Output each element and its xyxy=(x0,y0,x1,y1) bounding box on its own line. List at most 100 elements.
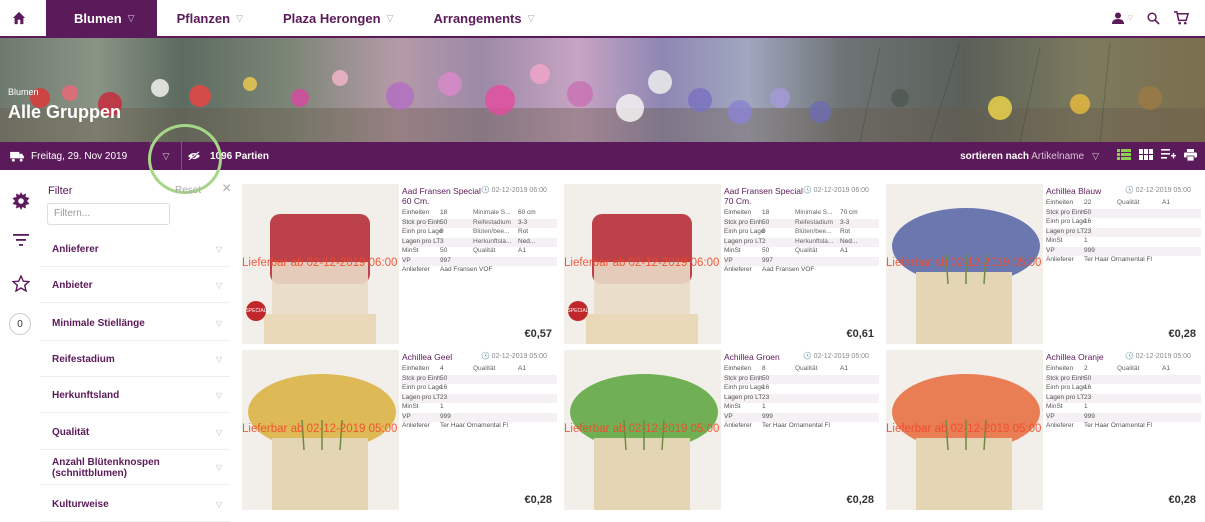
attribute-key xyxy=(795,413,840,423)
attribute-key: Stck pro Einh xyxy=(724,218,763,226)
attribute-row: Stck pro Einh 50 Reifestadium 3-3 xyxy=(724,218,879,228)
search-icon[interactable] xyxy=(1147,11,1160,25)
filter-item-qualitaet[interactable]: Qualität ▽ xyxy=(40,416,230,450)
product-card[interactable]: Lieferbar ab 02-12-2019 05:00 ‹ Achillea O… xyxy=(886,350,1204,510)
attribute-value: 50 xyxy=(440,247,448,254)
filter-item-anlieferer[interactable]: Anlieferer ▽ xyxy=(40,233,230,267)
product-name[interactable]: Achillea Geel xyxy=(402,352,482,362)
attribute-value: 3-3 xyxy=(840,218,850,226)
product-name[interactable]: Achillea Groen xyxy=(724,352,804,362)
attribute-value: 22 xyxy=(1084,199,1092,206)
attribute-key: Herkunftsla... xyxy=(473,237,512,245)
attribute-value: 997 xyxy=(440,256,451,264)
add-list-icon[interactable] xyxy=(1161,149,1176,163)
filter-label: Minimale Stiellänge xyxy=(52,318,145,329)
attribute-value xyxy=(1162,403,1197,413)
attribute-value: 50 xyxy=(1084,208,1092,216)
auction-date-text: 02-12-2019 05:00 xyxy=(491,353,547,360)
product-card[interactable]: Lieferbar ab 02-12-2019 05:00 ‹ Achillea B… xyxy=(886,184,1204,344)
breadcrumb[interactable]: Blumen xyxy=(8,87,39,97)
product-image[interactable]: Lieferbar ab 02-12-2019 05:00 xyxy=(886,350,1043,510)
close-icon[interactable]: × xyxy=(222,180,231,198)
attribute-key: Lagen pro LT xyxy=(724,237,763,245)
attribute-key xyxy=(1117,237,1162,247)
attribute-key: Stck pro Einh xyxy=(402,218,441,226)
filter-label: Anbieter xyxy=(52,280,93,291)
user-icon[interactable]: ▽ xyxy=(1111,12,1133,25)
attribute-key xyxy=(795,403,840,413)
grid-view-icon[interactable] xyxy=(1139,149,1153,163)
chevron-down-icon: ▽ xyxy=(215,500,222,509)
attribute-row: Einheiten 8 Qualität A1 xyxy=(724,365,879,375)
chevron-left-icon[interactable]: ‹ xyxy=(715,423,718,433)
print-icon[interactable] xyxy=(1184,148,1197,164)
attribute-key: Einheiten xyxy=(724,209,752,216)
attribute-key: Einheiten xyxy=(1046,365,1074,372)
chevron-left-icon[interactable]: ‹ xyxy=(715,257,718,267)
filter-sort-icon[interactable] xyxy=(11,230,31,250)
product-card[interactable]: Lieferbar ab 02-12-2019 05:00 ‹ Achillea G… xyxy=(564,350,882,510)
attribute-row: Stck pro Einh 50 xyxy=(402,374,557,384)
nav-pflanzen[interactable]: Pflanzen ▽ xyxy=(157,0,263,36)
attribute-key: Einh pro Lage xyxy=(402,384,443,391)
chevron-left-icon[interactable]: ‹ xyxy=(393,257,396,267)
home-icon[interactable] xyxy=(0,0,38,36)
product-image[interactable]: Lieferbar ab 02-12-2019 06:00 SPECIAL xyxy=(242,184,399,344)
attribute-row: MinSt 1 xyxy=(1046,403,1201,413)
date-dropdown-chevron-icon[interactable]: ▽ xyxy=(151,151,181,162)
attribute-key xyxy=(1117,247,1162,257)
filter-search-input[interactable]: Filtern... xyxy=(47,203,170,225)
attribute-row: VP 999 xyxy=(724,412,879,423)
auction-date-text: 02-12-2019 06:00 xyxy=(491,187,547,194)
attribute-row: Einh pro Lage 9 Blüten/bee... Rot xyxy=(724,228,879,238)
filter-item-minimale-stiellaenge[interactable]: Minimale Stiellänge ▽ xyxy=(40,307,230,341)
nav-plaza-herongen[interactable]: Plaza Herongen ▽ xyxy=(263,0,413,36)
delivery-date-selector[interactable]: Freitag, 29. Nov 2019 xyxy=(0,151,150,162)
product-name[interactable]: Achillea Oranje xyxy=(1046,352,1126,362)
list-view-icon[interactable] xyxy=(1117,149,1131,163)
filter-item-anbieter[interactable]: Anbieter ▽ xyxy=(40,269,230,303)
auction-date: 🕓 02-12-2019 05:00 xyxy=(481,352,547,360)
chevron-down-icon: ▽ xyxy=(215,428,222,437)
cart-icon[interactable] xyxy=(1174,11,1189,25)
product-name[interactable]: Aad Fransen Special 70 Cm. xyxy=(724,186,804,206)
attribute-key: VP xyxy=(402,412,411,420)
attribute-key: Lagen pro LT xyxy=(1046,393,1085,401)
attribute-value xyxy=(1162,237,1197,247)
gear-icon[interactable] xyxy=(11,191,31,211)
product-image[interactable]: Lieferbar ab 02-12-2019 05:00 xyxy=(564,350,721,510)
attribute-value: 23 xyxy=(1084,393,1092,401)
attribute-row: VP 999 xyxy=(402,412,557,422)
sort-selector[interactable]: sortieren nach Artikelname xyxy=(960,151,1084,162)
attribute-key: Herkunftsla... xyxy=(795,237,834,245)
nav-label: Pflanzen xyxy=(176,10,231,26)
filter-item-bluetenknospen[interactable]: Anzahl Blütenknospen (schnittblumen) ▽ xyxy=(40,451,230,485)
product-info: Achillea Geel 🕓 02-12-2019 05:00 Einheiten… xyxy=(399,350,560,510)
product-card[interactable]: Lieferbar ab 02-12-2019 05:00 ‹ Achillea G… xyxy=(242,350,560,510)
product-card[interactable]: Lieferbar ab 02-12-2019 06:00 SPECIAL ‹ Aad… xyxy=(242,184,560,344)
hide-eye-icon[interactable] xyxy=(182,151,206,161)
clock-icon: 🕓 xyxy=(481,187,490,194)
chevron-left-icon[interactable]: ‹ xyxy=(1037,257,1040,267)
product-name[interactable]: Achillea Blauw xyxy=(1046,186,1126,196)
filter-item-reifestadium[interactable]: Reifestadium ▽ xyxy=(40,343,230,377)
filter-panel: Filter Reset × Filtern... Anlieferer ▽ An… xyxy=(40,170,240,522)
product-image[interactable]: Lieferbar ab 02-12-2019 06:00 SPECIAL xyxy=(564,184,721,344)
attribute-value xyxy=(1162,228,1197,238)
attribute-value: 1 xyxy=(762,403,766,410)
product-name[interactable]: Aad Fransen Special 60 Cm. xyxy=(402,186,482,206)
nav-blumen[interactable]: Blumen ▽ xyxy=(46,0,157,36)
attribute-value xyxy=(840,257,875,267)
filter-item-herkunftsland[interactable]: Herkunftsland ▽ xyxy=(40,379,230,413)
product-image[interactable]: Lieferbar ab 02-12-2019 05:00 xyxy=(242,350,399,510)
reset-link[interactable]: Reset xyxy=(175,185,201,196)
product-card[interactable]: Lieferbar ab 02-12-2019 06:00 SPECIAL ‹ Aad… xyxy=(564,184,882,344)
chevron-left-icon[interactable]: ‹ xyxy=(393,423,396,433)
star-icon[interactable] xyxy=(11,273,31,293)
sort-chevron-down-icon[interactable]: ▽ xyxy=(1092,151,1099,162)
filter-item-kulturweise[interactable]: Kulturweise ▽ xyxy=(40,488,230,522)
attribute-value xyxy=(1162,384,1197,394)
product-image[interactable]: Lieferbar ab 02-12-2019 05:00 xyxy=(886,184,1043,344)
chevron-left-icon[interactable]: ‹ xyxy=(1037,423,1040,433)
nav-arrangements[interactable]: Arrangements ▽ xyxy=(413,0,554,36)
